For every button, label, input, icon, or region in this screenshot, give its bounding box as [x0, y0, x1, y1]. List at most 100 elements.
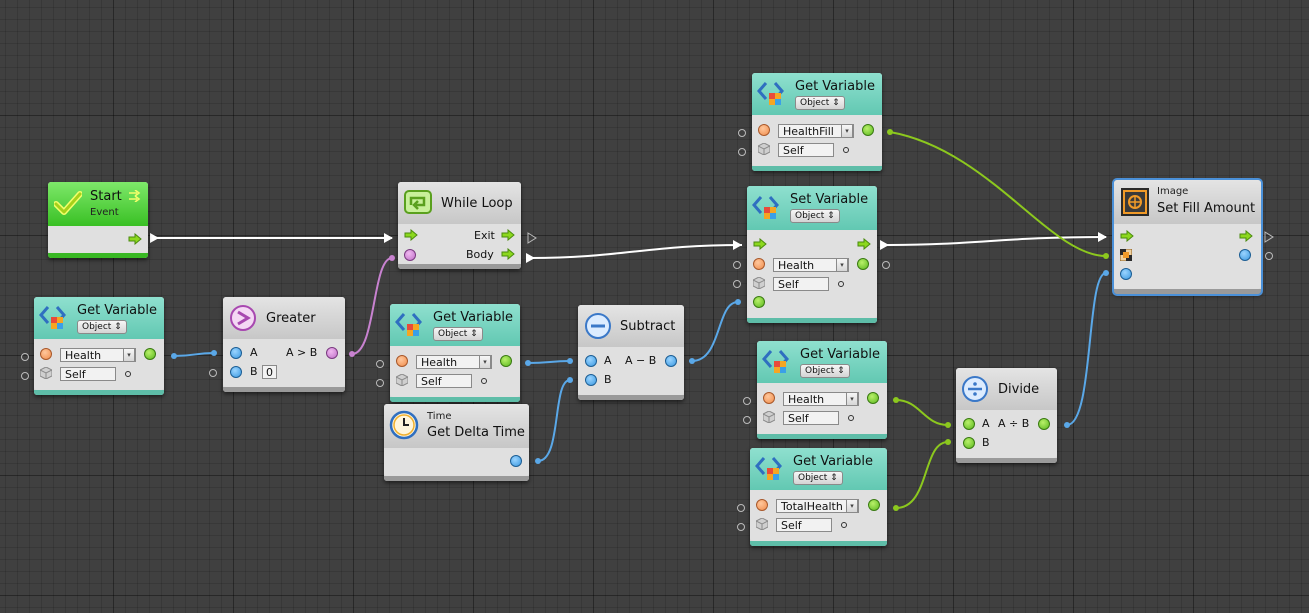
type-dropdown[interactable]: Object ⇕	[795, 96, 845, 110]
exec-in-port[interactable]	[753, 238, 767, 250]
target-picker[interactable]	[481, 378, 487, 384]
variable-name-dropdown[interactable]: ▾	[836, 258, 848, 272]
node-title: Get Variable	[800, 347, 880, 362]
variable-icon	[755, 457, 782, 480]
target-picker[interactable]	[848, 415, 854, 421]
input-a-port[interactable]	[963, 418, 975, 430]
target-field[interactable]: Self	[60, 367, 116, 381]
value-out-port[interactable]	[144, 348, 156, 360]
image-target-icon	[1120, 249, 1132, 261]
greater-than-icon	[230, 305, 256, 331]
divide-node[interactable]: Divide A A ÷ B B	[956, 368, 1057, 463]
start-event-node[interactable]: Start Event	[48, 182, 148, 258]
input-b-port[interactable]	[585, 374, 597, 386]
exec-in-port[interactable]	[1120, 230, 1134, 242]
while-loop-node[interactable]: While Loop Exit Body	[398, 182, 521, 269]
result-out-port[interactable]	[1038, 418, 1050, 430]
variable-name-dropdown[interactable]: ▾	[846, 499, 858, 513]
node-title: Get Variable	[795, 79, 875, 94]
minus-icon	[585, 313, 611, 339]
target-field[interactable]: Self	[773, 277, 829, 291]
variable-icon	[757, 82, 784, 105]
variable-name-port[interactable]	[756, 499, 768, 511]
variable-name-port[interactable]	[758, 124, 770, 136]
get-variable-node[interactable]: Get Variable Object ⇕ TotalHealth ▾ Self	[750, 448, 887, 546]
get-variable-node[interactable]: Get Variable Object ⇕ Health ▾ Self	[757, 341, 887, 439]
exec-out-port[interactable]	[128, 233, 142, 245]
checkmark-icon	[54, 191, 82, 215]
start-subtitle: Event	[90, 207, 119, 218]
input-a-label: A	[982, 417, 990, 430]
fill-amount-in-port[interactable]	[1120, 268, 1132, 280]
variable-name-port[interactable]	[396, 355, 408, 367]
type-dropdown[interactable]: Object ⇕	[77, 320, 127, 334]
trigger-arrows-icon	[129, 190, 141, 202]
exit-out-port[interactable]	[501, 229, 515, 241]
input-b-field[interactable]: 0	[262, 365, 277, 379]
node-title: Get Variable	[793, 454, 873, 469]
variable-name-dropdown[interactable]: ▾	[841, 124, 853, 138]
target-field[interactable]: Self	[778, 143, 834, 157]
get-variable-node[interactable]: Get Variable Object ⇕ Health ▾ Self	[390, 304, 520, 402]
variable-name-dropdown[interactable]: ▾	[479, 355, 491, 369]
get-variable-node[interactable]: Get Variable Object ⇕ Health ▾ Self	[34, 297, 164, 395]
target-field[interactable]: Self	[783, 411, 839, 425]
type-dropdown[interactable]: Object ⇕	[800, 364, 850, 378]
wire-divide-to-fill	[1066, 272, 1107, 426]
wire-total-to-divide	[895, 441, 949, 509]
condition-in-port[interactable]	[404, 249, 416, 261]
node-title: Set Fill Amount	[1157, 201, 1256, 216]
input-a-label: A	[250, 346, 258, 359]
result-out-port[interactable]	[326, 347, 338, 359]
variable-name-port[interactable]	[763, 392, 775, 404]
result-out-port[interactable]	[665, 355, 677, 367]
greater-node[interactable]: Greater A A > B B 0	[223, 297, 345, 392]
variable-name-dropdown[interactable]: ▾	[123, 348, 135, 362]
target-picker[interactable]	[838, 281, 844, 287]
type-dropdown[interactable]: Object ⇕	[793, 471, 843, 485]
wire-set-to-fill	[883, 236, 1107, 246]
node-title: Set Variable	[790, 192, 869, 207]
input-b-port[interactable]	[230, 366, 242, 378]
get-delta-time-node[interactable]: Time Get Delta Time	[384, 404, 529, 481]
input-b-label: B	[982, 436, 990, 449]
variable-name-port[interactable]	[40, 348, 52, 360]
variable-icon	[39, 306, 66, 329]
type-dropdown[interactable]: Object ⇕	[790, 209, 840, 223]
value-out-port[interactable]	[867, 392, 879, 404]
target-picker[interactable]	[843, 147, 849, 153]
body-label: Body	[466, 248, 494, 261]
target-field[interactable]: Self	[776, 518, 832, 532]
exec-out-port[interactable]	[857, 238, 871, 250]
target-picker[interactable]	[841, 522, 847, 528]
delta-time-out-port[interactable]	[510, 455, 522, 467]
value-out-port[interactable]	[1239, 249, 1251, 261]
value-out-port[interactable]	[857, 258, 869, 270]
exec-out-port[interactable]	[1239, 230, 1253, 242]
get-variable-node[interactable]: Get Variable Object ⇕ HealthFill ▾ Self	[752, 73, 882, 171]
node-title: Get Delta Time	[427, 425, 525, 440]
wire-body-to-set	[529, 244, 743, 259]
exec-in-port[interactable]	[404, 229, 418, 241]
variable-icon	[762, 350, 789, 373]
subtract-node[interactable]: Subtract A A − B B	[578, 305, 684, 400]
value-out-port[interactable]	[868, 499, 880, 511]
variable-name-dropdown[interactable]: ▾	[846, 392, 858, 406]
set-variable-node[interactable]: Set Variable Object ⇕ Health ▾ Self	[747, 186, 877, 323]
set-fill-amount-node[interactable]: Image Set Fill Amount	[1112, 178, 1263, 296]
target-field[interactable]: Self	[416, 374, 472, 388]
input-a-port[interactable]	[585, 355, 597, 367]
value-out-port[interactable]	[500, 355, 512, 367]
value-out-port[interactable]	[862, 124, 874, 136]
variable-name-port[interactable]	[753, 258, 765, 270]
input-a-port[interactable]	[230, 347, 242, 359]
gameobject-icon	[758, 143, 770, 155]
value-in-port[interactable]	[753, 296, 765, 308]
type-dropdown[interactable]: Object ⇕	[433, 327, 483, 341]
input-b-port[interactable]	[963, 437, 975, 449]
gameobject-icon	[396, 374, 408, 386]
body-out-port[interactable]	[501, 248, 515, 260]
clock-icon	[389, 410, 419, 440]
node-title: Get Variable	[77, 303, 157, 318]
target-picker[interactable]	[125, 371, 131, 377]
